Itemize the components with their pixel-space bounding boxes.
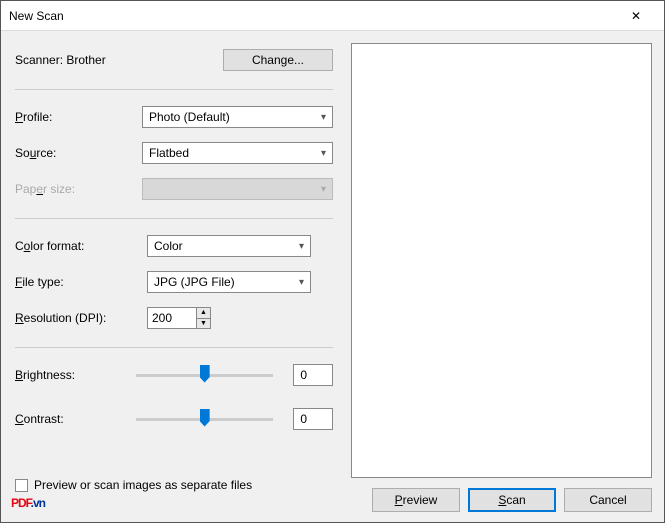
brightness-value[interactable]: 0 xyxy=(293,364,333,386)
separate-files-row: Preview or scan images as separate files xyxy=(15,478,333,492)
cancel-button[interactable]: Cancel xyxy=(564,488,652,512)
colorformat-dropdown[interactable]: Color xyxy=(147,235,311,257)
watermark: PDF.vn xyxy=(11,486,45,514)
profile-row: Profile: Photo (Default) xyxy=(15,106,333,128)
titlebar: New Scan ✕ xyxy=(1,1,664,31)
slider-thumb-icon[interactable] xyxy=(200,365,210,383)
close-icon: ✕ xyxy=(631,9,641,23)
spinner-arrows: ▲ ▼ xyxy=(197,307,211,329)
separate-files-label: Preview or scan images as separate files xyxy=(34,478,252,492)
brightness-slider[interactable] xyxy=(136,374,273,377)
preview-button[interactable]: Preview xyxy=(372,488,460,512)
close-button[interactable]: ✕ xyxy=(616,2,656,30)
filetype-value: JPG (JPG File) xyxy=(154,275,235,289)
profile-label: Profile: xyxy=(15,110,142,124)
colorformat-value: Color xyxy=(154,239,183,253)
profile-value: Photo (Default) xyxy=(149,110,230,124)
filetype-label: File type: xyxy=(15,275,147,289)
source-label: Source: xyxy=(15,146,142,160)
preview-area xyxy=(351,43,652,478)
contrast-slider[interactable] xyxy=(136,418,273,421)
window-title: New Scan xyxy=(9,9,616,23)
scan-button[interactable]: Scan xyxy=(468,488,556,512)
contrast-value[interactable]: 0 xyxy=(293,408,333,430)
scanner-row: Scanner: Brother Change... xyxy=(15,49,333,71)
colorformat-row: Color format: Color xyxy=(15,235,333,257)
separator xyxy=(15,347,333,348)
source-dropdown[interactable]: Flatbed xyxy=(142,142,333,164)
resolution-input[interactable] xyxy=(147,307,197,329)
spinner-up-icon[interactable]: ▲ xyxy=(197,308,210,319)
colorformat-label: Color format: xyxy=(15,239,147,253)
filetype-row: File type: JPG (JPG File) xyxy=(15,271,333,293)
watermark-red: PDF xyxy=(11,496,31,510)
contrast-row: Contrast: 0 xyxy=(15,408,333,430)
brightness-label: Brightness: xyxy=(15,368,136,382)
scanner-label: Scanner: Brother xyxy=(15,53,106,67)
separator xyxy=(15,89,333,90)
filetype-dropdown[interactable]: JPG (JPG File) xyxy=(147,271,311,293)
preview-panel: Preview Scan Cancel xyxy=(345,31,664,522)
source-value: Flatbed xyxy=(149,146,189,160)
source-row: Source: Flatbed xyxy=(15,142,333,164)
contrast-label: Contrast: xyxy=(15,412,136,426)
resolution-spinner[interactable]: ▲ ▼ xyxy=(147,307,211,329)
profile-dropdown[interactable]: Photo (Default) xyxy=(142,106,333,128)
footer-buttons: Preview Scan Cancel xyxy=(351,488,652,512)
papersize-row: Paper size: xyxy=(15,178,333,200)
papersize-dropdown xyxy=(142,178,333,200)
content-area: Scanner: Brother Change... Profile: Phot… xyxy=(1,31,664,522)
resolution-row: Resolution (DPI): ▲ ▼ xyxy=(15,307,333,329)
papersize-label: Paper size: xyxy=(15,182,142,196)
brightness-row: Brightness: 0 xyxy=(15,364,333,386)
resolution-label: Resolution (DPI): xyxy=(15,311,147,325)
separator xyxy=(15,218,333,219)
spinner-down-icon[interactable]: ▼ xyxy=(197,319,210,329)
change-scanner-button[interactable]: Change... xyxy=(223,49,333,71)
slider-thumb-icon[interactable] xyxy=(200,409,210,427)
settings-panel: Scanner: Brother Change... Profile: Phot… xyxy=(1,31,345,522)
watermark-blue: .vn xyxy=(31,496,45,510)
